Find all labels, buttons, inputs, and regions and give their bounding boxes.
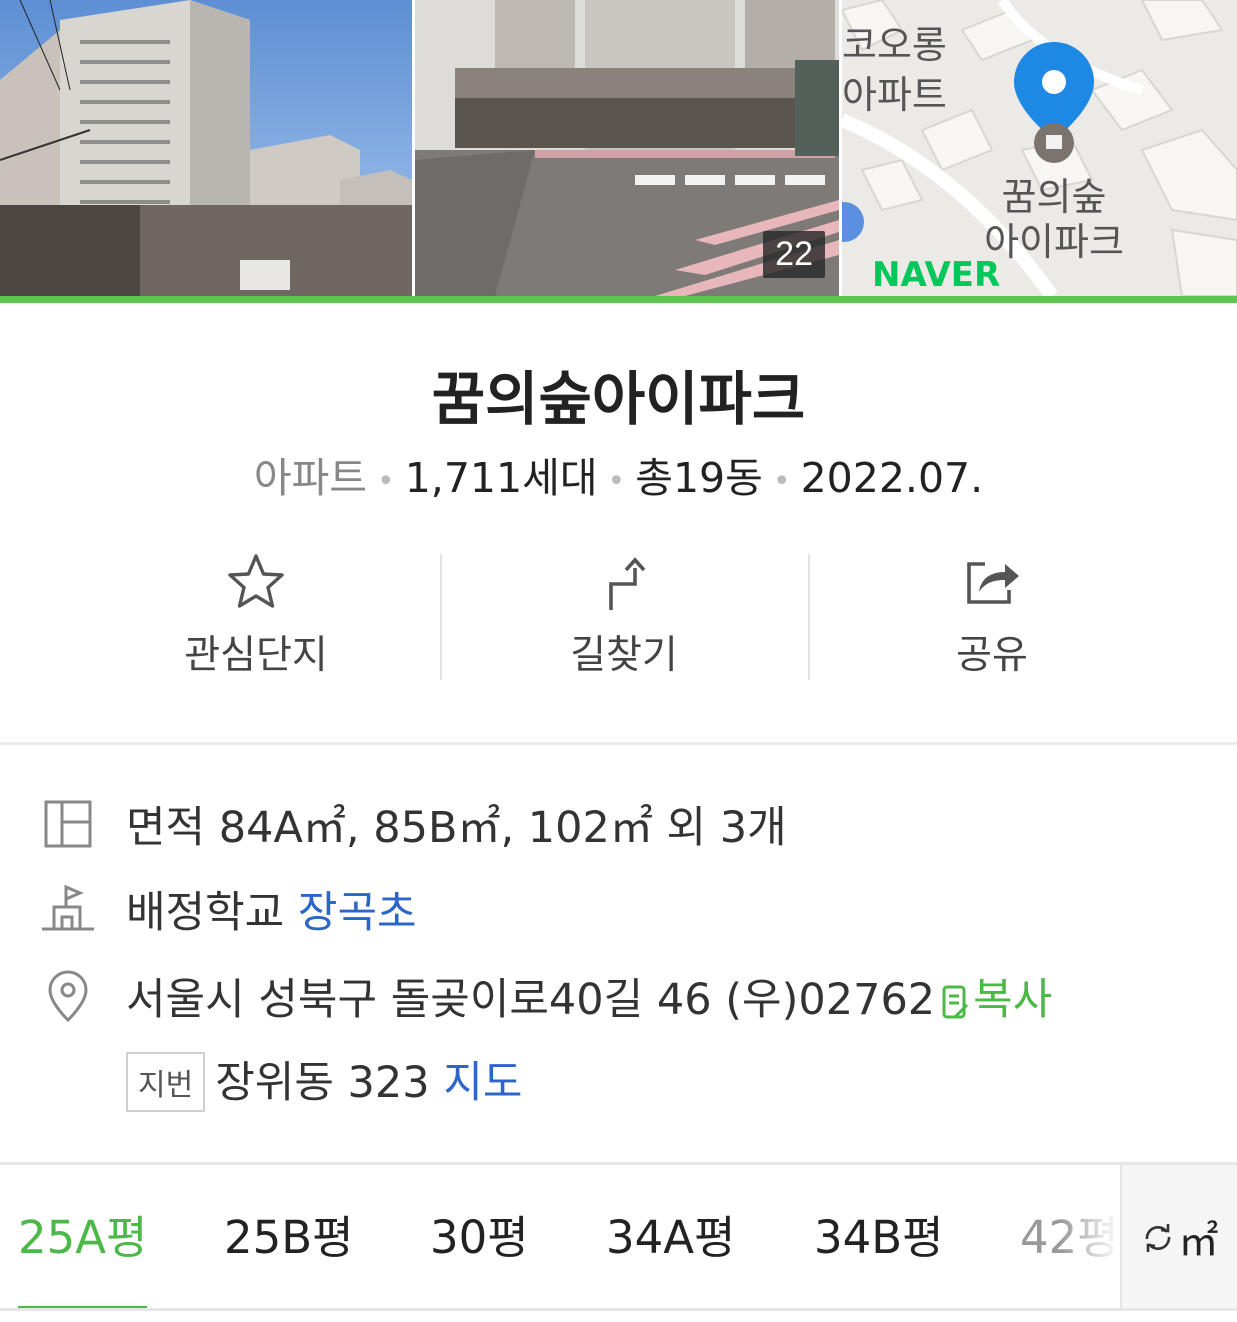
accent-divider xyxy=(0,296,1237,303)
floorplan-icon xyxy=(44,800,92,848)
school-icon xyxy=(42,884,94,931)
area-row: 면적 84A㎡, 85B㎡, 102㎡ 외 3개 xyxy=(0,795,1237,853)
svg-text:꿈의숲: 꿈의숲 xyxy=(1002,175,1107,219)
school-label: 배정학교 xyxy=(126,888,285,938)
svg-text:코오롱: 코오롱 xyxy=(842,23,947,67)
favorite-label: 관심단지 xyxy=(184,633,328,678)
address-text: 서울시 성북구 돌곶이로40길 46 (우)02762 복사 xyxy=(126,965,1052,1027)
separator-dot: • xyxy=(377,463,395,499)
separator-dot: • xyxy=(607,463,626,499)
address-row: 서울시 성북구 돌곶이로40길 46 (우)02762 복사 xyxy=(0,967,1237,1025)
favorite-button[interactable]: 관심단지 xyxy=(72,548,440,680)
separator-dot: • xyxy=(772,463,791,499)
lot-address-row: 지번 장위동 323 지도 xyxy=(0,1051,1237,1112)
school-text: 배정학교 장곡초 xyxy=(126,878,417,940)
svg-text:NAVER: NAVER xyxy=(872,255,1000,295)
copy-address-button[interactable]: 복사 xyxy=(935,975,1052,1025)
location-pin-icon xyxy=(48,970,88,1023)
map-link[interactable]: 지도 xyxy=(443,1058,522,1108)
share-button[interactable]: 공유 xyxy=(808,548,1176,680)
copy-label: 복사 xyxy=(973,975,1053,1025)
photo-gallery[interactable]: 22 코오롱 아파트 꿈의숲 아이파크 NAVER xyxy=(0,0,1237,296)
complex-type: 아파트 xyxy=(253,454,368,502)
lot-badge: 지번 xyxy=(126,1051,206,1112)
completion-date: 2022.07. xyxy=(800,454,984,502)
directions-label: 길찾기 xyxy=(570,633,678,678)
household-count: 1,711세대 xyxy=(404,454,598,502)
unit-toggle-button[interactable]: ㎡ xyxy=(1120,1165,1237,1311)
section-divider xyxy=(0,742,1237,745)
photo-apartment-exterior[interactable] xyxy=(0,0,412,296)
school-link[interactable]: 장곡초 xyxy=(298,888,417,938)
share-label: 공유 xyxy=(956,633,1028,678)
refresh-icon xyxy=(1145,1224,1170,1252)
tab-30[interactable]: 30평 xyxy=(430,1165,529,1311)
copy-icon xyxy=(942,985,969,1018)
star-icon xyxy=(228,554,284,608)
school-row: 배정학교 장곡초 xyxy=(0,880,1237,938)
photo-street-crossing[interactable]: 22 xyxy=(415,0,839,296)
photo-count-badge: 22 xyxy=(763,231,825,278)
section-divider xyxy=(0,1308,1237,1311)
building-count: 총19동 xyxy=(635,454,763,502)
tab-34a[interactable]: 34A평 xyxy=(606,1165,735,1311)
action-bar: 관심단지 길찾기 공유 xyxy=(72,548,1176,680)
complex-summary: 아파트 • 1,711세대 • 총19동 • 2022.07. xyxy=(0,444,1237,504)
tab-34b[interactable]: 34B평 xyxy=(814,1165,944,1311)
share-icon xyxy=(967,562,1019,604)
area-text: 면적 84A㎡, 85B㎡, 102㎡ 외 3개 xyxy=(126,803,787,853)
tab-25b[interactable]: 25B평 xyxy=(224,1165,354,1311)
complex-name: 꿈의숲아이파크 xyxy=(431,365,806,433)
lot-address: 장위동 323 xyxy=(215,1058,430,1109)
tab-25a[interactable]: 25A평 xyxy=(18,1165,148,1311)
directions-icon xyxy=(609,557,646,610)
area-tabs: 25A평 25B평 30평 34A평 34B평 42평 xyxy=(0,1165,1120,1311)
tabs-fade-overlay xyxy=(1060,1165,1120,1311)
svg-text:아이파크: 아이파크 xyxy=(984,220,1124,264)
road-address: 서울시 성북구 돌곶이로40길 46 (우)02762 xyxy=(126,975,936,1025)
directions-button[interactable]: 길찾기 xyxy=(440,548,808,680)
map-thumbnail[interactable]: 코오롱 아파트 꿈의숲 아이파크 NAVER xyxy=(842,0,1237,296)
unit-label: ㎡ xyxy=(1178,1219,1219,1265)
svg-text:아파트: 아파트 xyxy=(842,73,947,117)
lot-text: 지번 장위동 323 지도 xyxy=(126,1048,522,1116)
